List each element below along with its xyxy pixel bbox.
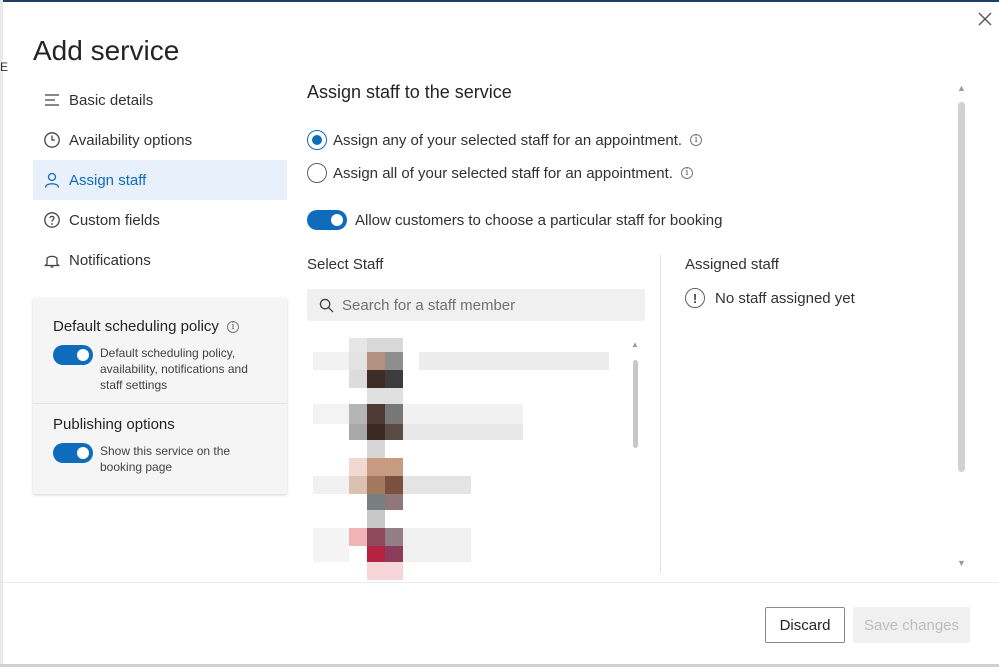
staff-list-scrollbar[interactable] bbox=[633, 360, 638, 448]
nav-item-assign-staff[interactable]: Assign staff bbox=[33, 160, 287, 200]
person-icon bbox=[43, 171, 61, 189]
radio-all[interactable] bbox=[307, 163, 327, 183]
allow-choose-label: Allow customers to choose a particular s… bbox=[355, 211, 723, 229]
clock-icon bbox=[43, 131, 61, 149]
list-scroll-up-icon[interactable]: ▲ bbox=[631, 340, 639, 349]
question-circle-icon bbox=[43, 211, 61, 229]
list-lines-icon bbox=[43, 91, 61, 109]
dialog-scrollbar[interactable] bbox=[958, 102, 965, 472]
nav-item-label: Availability options bbox=[69, 131, 193, 149]
close-button[interactable] bbox=[975, 10, 995, 30]
column-divider bbox=[660, 255, 661, 573]
nav-item-label: Assign staff bbox=[69, 171, 147, 189]
nav-item-label: Custom fields bbox=[69, 211, 160, 229]
background-peek bbox=[0, 0, 3, 667]
nav-item-custom-fields[interactable]: Custom fields bbox=[33, 200, 287, 240]
no-staff-message: ! No staff assigned yet bbox=[685, 288, 855, 308]
close-icon bbox=[978, 12, 992, 26]
radio-row-any: Assign any of your selected staff for an… bbox=[307, 130, 703, 150]
window-top-border bbox=[0, 0, 999, 2]
assigned-staff-label: Assigned staff bbox=[685, 256, 779, 273]
default-policy-section: Default scheduling policy i Default sche… bbox=[33, 298, 287, 393]
scroll-down-icon[interactable]: ▼ bbox=[957, 558, 966, 568]
publishing-toggle[interactable] bbox=[53, 443, 93, 463]
publishing-title: Publishing options bbox=[53, 416, 175, 433]
footer-divider bbox=[3, 582, 999, 583]
radio-any-label: Assign any of your selected staff for an… bbox=[333, 131, 683, 149]
default-policy-title: Default scheduling policy bbox=[53, 318, 219, 335]
nav-item-notifications[interactable]: Notifications bbox=[33, 240, 287, 280]
search-icon bbox=[319, 298, 334, 313]
default-policy-desc: Default scheduling policy, availability,… bbox=[100, 346, 248, 392]
staff-search-input[interactable] bbox=[342, 296, 632, 314]
exclamation-icon: ! bbox=[685, 288, 705, 308]
allow-choose-row: Allow customers to choose a particular s… bbox=[307, 210, 722, 230]
default-policy-heading: Default scheduling policy i bbox=[53, 318, 267, 335]
save-changes-button[interactable]: Save changes bbox=[853, 607, 970, 643]
bell-icon bbox=[43, 251, 61, 269]
info-icon[interactable]: i bbox=[690, 134, 703, 146]
default-policy-row: Default scheduling policy, availability,… bbox=[53, 345, 267, 393]
dialog-title: Add service bbox=[33, 35, 180, 66]
allow-choose-toggle[interactable] bbox=[307, 210, 347, 230]
publishing-section: Publishing options Show this service on … bbox=[33, 403, 287, 475]
nav-item-label: Basic details bbox=[69, 91, 154, 109]
default-policy-toggle[interactable] bbox=[53, 345, 93, 365]
scroll-up-icon[interactable]: ▲ bbox=[957, 83, 966, 93]
background-peek-text: E bbox=[0, 60, 9, 74]
staff-search-box[interactable] bbox=[307, 289, 645, 321]
section-title: Assign staff to the service bbox=[307, 82, 512, 102]
nav-item-label: Notifications bbox=[69, 251, 151, 269]
no-staff-text: No staff assigned yet bbox=[715, 289, 855, 307]
nav-item-basic-details[interactable]: Basic details bbox=[33, 80, 287, 120]
info-icon[interactable]: i bbox=[226, 320, 239, 333]
radio-row-all: Assign all of your selected staff for an… bbox=[307, 163, 693, 183]
publishing-desc: Show this service on the booking page bbox=[100, 444, 231, 474]
radio-any[interactable] bbox=[307, 130, 327, 150]
select-staff-label: Select Staff bbox=[307, 256, 384, 273]
sidebar-nav: Basic details Availability options Assig… bbox=[33, 80, 287, 280]
policy-card: Default scheduling policy i Default sche… bbox=[33, 298, 287, 494]
discard-button[interactable]: Discard bbox=[765, 607, 845, 643]
info-icon[interactable]: i bbox=[680, 167, 693, 179]
radio-all-label: Assign all of your selected staff for an… bbox=[333, 164, 673, 182]
staff-list[interactable] bbox=[313, 338, 623, 580]
nav-item-availability-options[interactable]: Availability options bbox=[33, 120, 287, 160]
publishing-row: Show this service on the booking page bbox=[53, 443, 267, 475]
